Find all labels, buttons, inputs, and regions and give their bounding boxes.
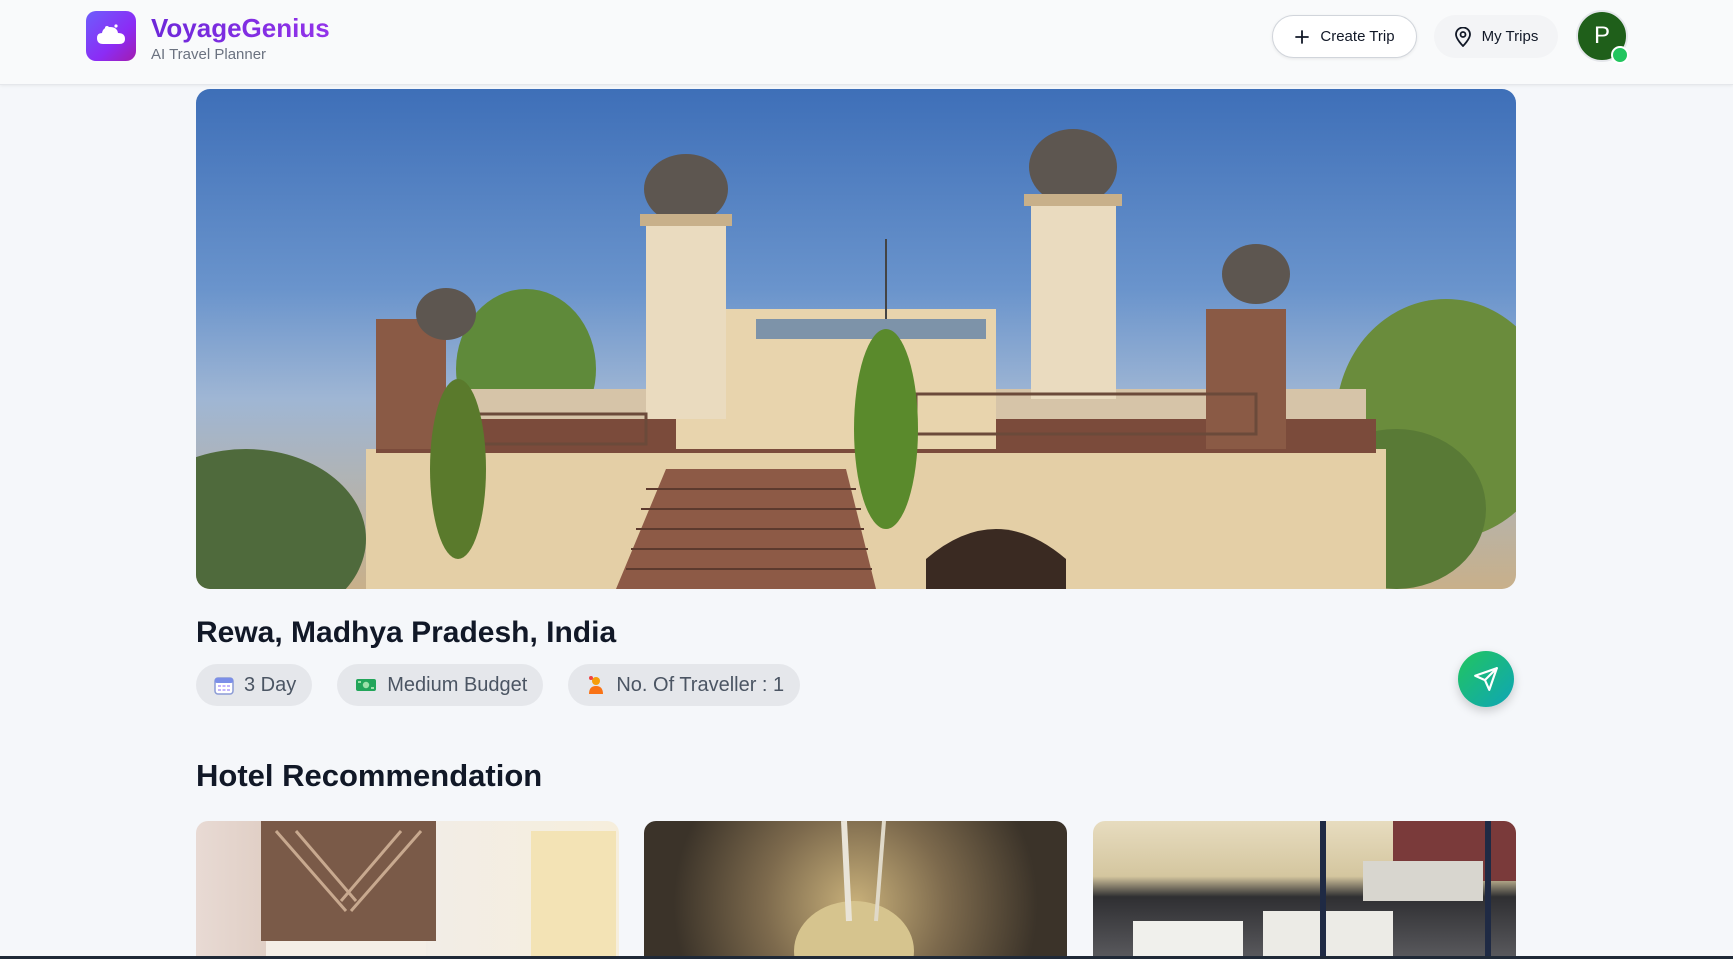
duration-chip: 3 Day bbox=[196, 664, 313, 706]
map-pin-icon bbox=[1454, 26, 1471, 47]
destination-hero-image bbox=[196, 89, 1516, 589]
traveller-icon bbox=[589, 676, 604, 694]
share-trip-button[interactable] bbox=[1458, 651, 1514, 707]
my-trips-button[interactable]: My Trips bbox=[1434, 15, 1558, 58]
online-status-dot bbox=[1611, 46, 1629, 64]
duration-text: 3 Day bbox=[244, 673, 297, 696]
travellers-chip: No. Of Traveller : 1 bbox=[568, 664, 801, 706]
hotel-card[interactable] bbox=[1093, 821, 1516, 959]
create-trip-button[interactable]: Create Trip bbox=[1272, 15, 1417, 58]
brand-subtitle: AI Travel Planner bbox=[151, 46, 267, 63]
create-trip-label: Create Trip bbox=[1320, 28, 1395, 45]
top-navbar: VoyageGenius AI Travel Planner Create Tr… bbox=[0, 0, 1733, 85]
avatar-initial: P bbox=[1593, 22, 1610, 49]
hotel-card[interactable] bbox=[644, 821, 1067, 959]
cloud-logo-icon[interactable] bbox=[86, 11, 136, 61]
my-trips-label: My Trips bbox=[1481, 28, 1539, 45]
hotel-card[interactable] bbox=[196, 821, 619, 959]
plus-icon bbox=[1295, 29, 1310, 44]
hotel-section-title: Hotel Recommendation bbox=[196, 758, 543, 793]
send-icon bbox=[1474, 667, 1498, 691]
calendar-icon bbox=[214, 677, 234, 695]
travellers-text: No. Of Traveller : 1 bbox=[616, 673, 785, 696]
trip-info-chips: 3 Day Medium Budget No. Of Traveller : 1 bbox=[196, 664, 801, 706]
money-icon bbox=[356, 679, 377, 691]
budget-chip: Medium Budget bbox=[337, 664, 544, 706]
brand-name[interactable]: VoyageGenius bbox=[151, 13, 330, 44]
destination-title: Rewa, Madhya Pradesh, India bbox=[196, 616, 617, 649]
budget-text: Medium Budget bbox=[387, 673, 528, 696]
